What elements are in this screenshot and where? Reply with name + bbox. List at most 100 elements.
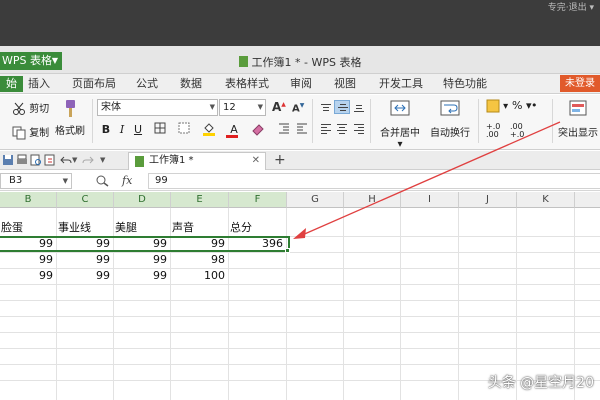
table-cell[interactable]: 99 [114,252,170,268]
document-icon [135,156,144,167]
increase-decimal-button[interactable]: +.0 .00 [486,123,508,139]
column-header-h[interactable]: H [344,192,401,208]
merge-center-button[interactable]: 合并居中 ▾ [378,99,422,150]
chevron-down-icon: ▼ [209,103,215,111]
cut-button[interactable]: 剪切 [12,100,49,116]
new-tab-button[interactable]: + [274,151,286,170]
border-button[interactable] [148,122,172,138]
column-header-f[interactable]: F [229,192,287,208]
header-cell[interactable]: 总分 [229,220,286,236]
percent-button[interactable]: % ▾ [512,99,531,112]
tab-review[interactable]: 审阅 [284,76,318,92]
align-bottom-button[interactable] [351,101,367,115]
fx-icon[interactable]: fx [122,174,132,187]
gridline [0,332,600,333]
table-cell[interactable]: 99 [0,268,56,284]
header-cell[interactable]: 美腿 [114,220,170,236]
tab-special[interactable]: 特色功能 [437,76,493,92]
column-header-k[interactable]: K [517,192,575,208]
copy-button[interactable]: 复制 [12,124,49,140]
save-icon[interactable] [2,154,14,166]
header-cell[interactable]: 声音 [171,220,228,236]
divider [312,99,313,143]
ribbon-toolbar: 剪切 复制 格式刷 宋体 ▼ 12 ▼ A▲ A▼ B I U A 合并居中 ▾ 自… [0,95,600,150]
align-middle-button[interactable] [334,100,350,114]
font-color-button[interactable]: A [224,122,244,138]
print-preview-icon[interactable] [30,154,42,166]
clear-format-button[interactable] [248,122,268,138]
comma-style-button[interactable]: • [531,99,538,112]
chevron-down-icon[interactable]: ▼ [100,154,112,166]
grow-font-button[interactable]: A▲ [272,100,286,114]
align-top-button[interactable] [318,101,334,115]
tab-insert[interactable]: 插入 [22,76,56,92]
gridline [0,284,600,285]
column-header-i[interactable]: I [401,192,459,208]
column-header-c[interactable]: C [57,192,114,208]
bold-button[interactable]: B [98,122,114,138]
title-bar: WPS 表格 ▼ 工作簿1 * - WPS 表格 [0,46,600,74]
wrap-text-button[interactable]: 自动换行 [428,99,472,139]
table-cell[interactable]: 99 [57,268,113,284]
column-header-j[interactable]: J [459,192,517,208]
fill-handle[interactable] [285,248,290,253]
number-format-button[interactable]: ▾ [486,99,508,113]
shrink-font-label: A [292,103,300,115]
column-header-e[interactable]: E [171,192,229,208]
table-cell[interactable]: 100 [171,268,228,284]
redo-icon[interactable] [82,154,94,166]
align-center-button[interactable] [334,122,350,136]
column-header-d[interactable]: D [114,192,171,208]
format-painter-button[interactable]: 格式刷 [54,99,86,137]
highlight-button[interactable]: 突出显示 ▾ [558,99,600,139]
header-cell[interactable]: 脸蛋 [0,220,56,236]
font-name-select[interactable]: 宋体 ▼ [97,99,218,116]
align-right-button[interactable] [351,122,367,136]
outdent-button[interactable] [294,122,310,138]
cell-style-button[interactable] [174,122,194,138]
table-cell[interactable]: 98 [171,252,228,268]
shrink-font-button[interactable]: A▼ [292,102,304,114]
tab-table-style[interactable]: 表格样式 [219,76,275,92]
scissors-icon [13,102,25,115]
font-size-select[interactable]: 12 ▼ [219,99,266,116]
align-left-button[interactable] [318,122,334,136]
print-icon[interactable] [16,154,28,166]
zoom-icon[interactable] [96,175,110,187]
corner-link[interactable]: 专完·退出 ▾ [548,0,594,13]
indent-button[interactable] [276,122,292,138]
highlight-label: 突出显示 [558,128,598,139]
spreadsheet-grid[interactable]: B C D E F G H I J K 脸蛋 事业线 美腿 声音 总分 99 9… [0,192,600,400]
login-button[interactable]: 未登录 [560,75,600,92]
table-cell[interactable]: 99 [0,252,56,268]
formula-value: 99 [155,175,168,186]
name-box[interactable]: B3 ▼ [0,173,72,189]
watermark: 头条 @星空月20 [487,375,594,391]
formula-input[interactable]: 99 [148,173,600,189]
paintbrush-icon [66,100,75,117]
tab-developer[interactable]: 开发工具 [373,76,429,92]
formula-bar: B3 ▼ fx 99 [0,171,600,191]
column-header-g[interactable]: G [287,192,344,208]
header-cell[interactable]: 事业线 [57,220,113,236]
document-tab[interactable]: 工作簿1 * ✕ [128,152,266,170]
close-icon[interactable]: ✕ [252,153,260,169]
column-header-next[interactable] [575,192,600,208]
fill-color-button[interactable] [198,122,220,138]
gridline [0,316,600,317]
column-header-b[interactable]: B [0,192,57,208]
tab-view[interactable]: 视图 [328,76,362,92]
tab-formula[interactable]: 公式 [130,76,164,92]
copy-label: 复制 [29,128,50,139]
tab-page-layout[interactable]: 页面布局 [66,76,122,92]
tab-data[interactable]: 数据 [174,76,208,92]
underline-button[interactable]: U [130,122,146,138]
decrease-decimal-button[interactable]: .00 +.0 [510,123,532,139]
menu-tabs: 始 插入 页面布局 公式 数据 表格样式 审阅 视图 开发工具 特色功能 未登录 [0,74,600,94]
undo-icon[interactable] [60,154,72,166]
table-cell[interactable]: 99 [57,252,113,268]
export-pdf-icon[interactable] [44,154,56,166]
italic-button[interactable]: I [114,122,130,138]
tab-home[interactable]: 始 [0,76,23,92]
table-cell[interactable]: 99 [114,268,170,284]
